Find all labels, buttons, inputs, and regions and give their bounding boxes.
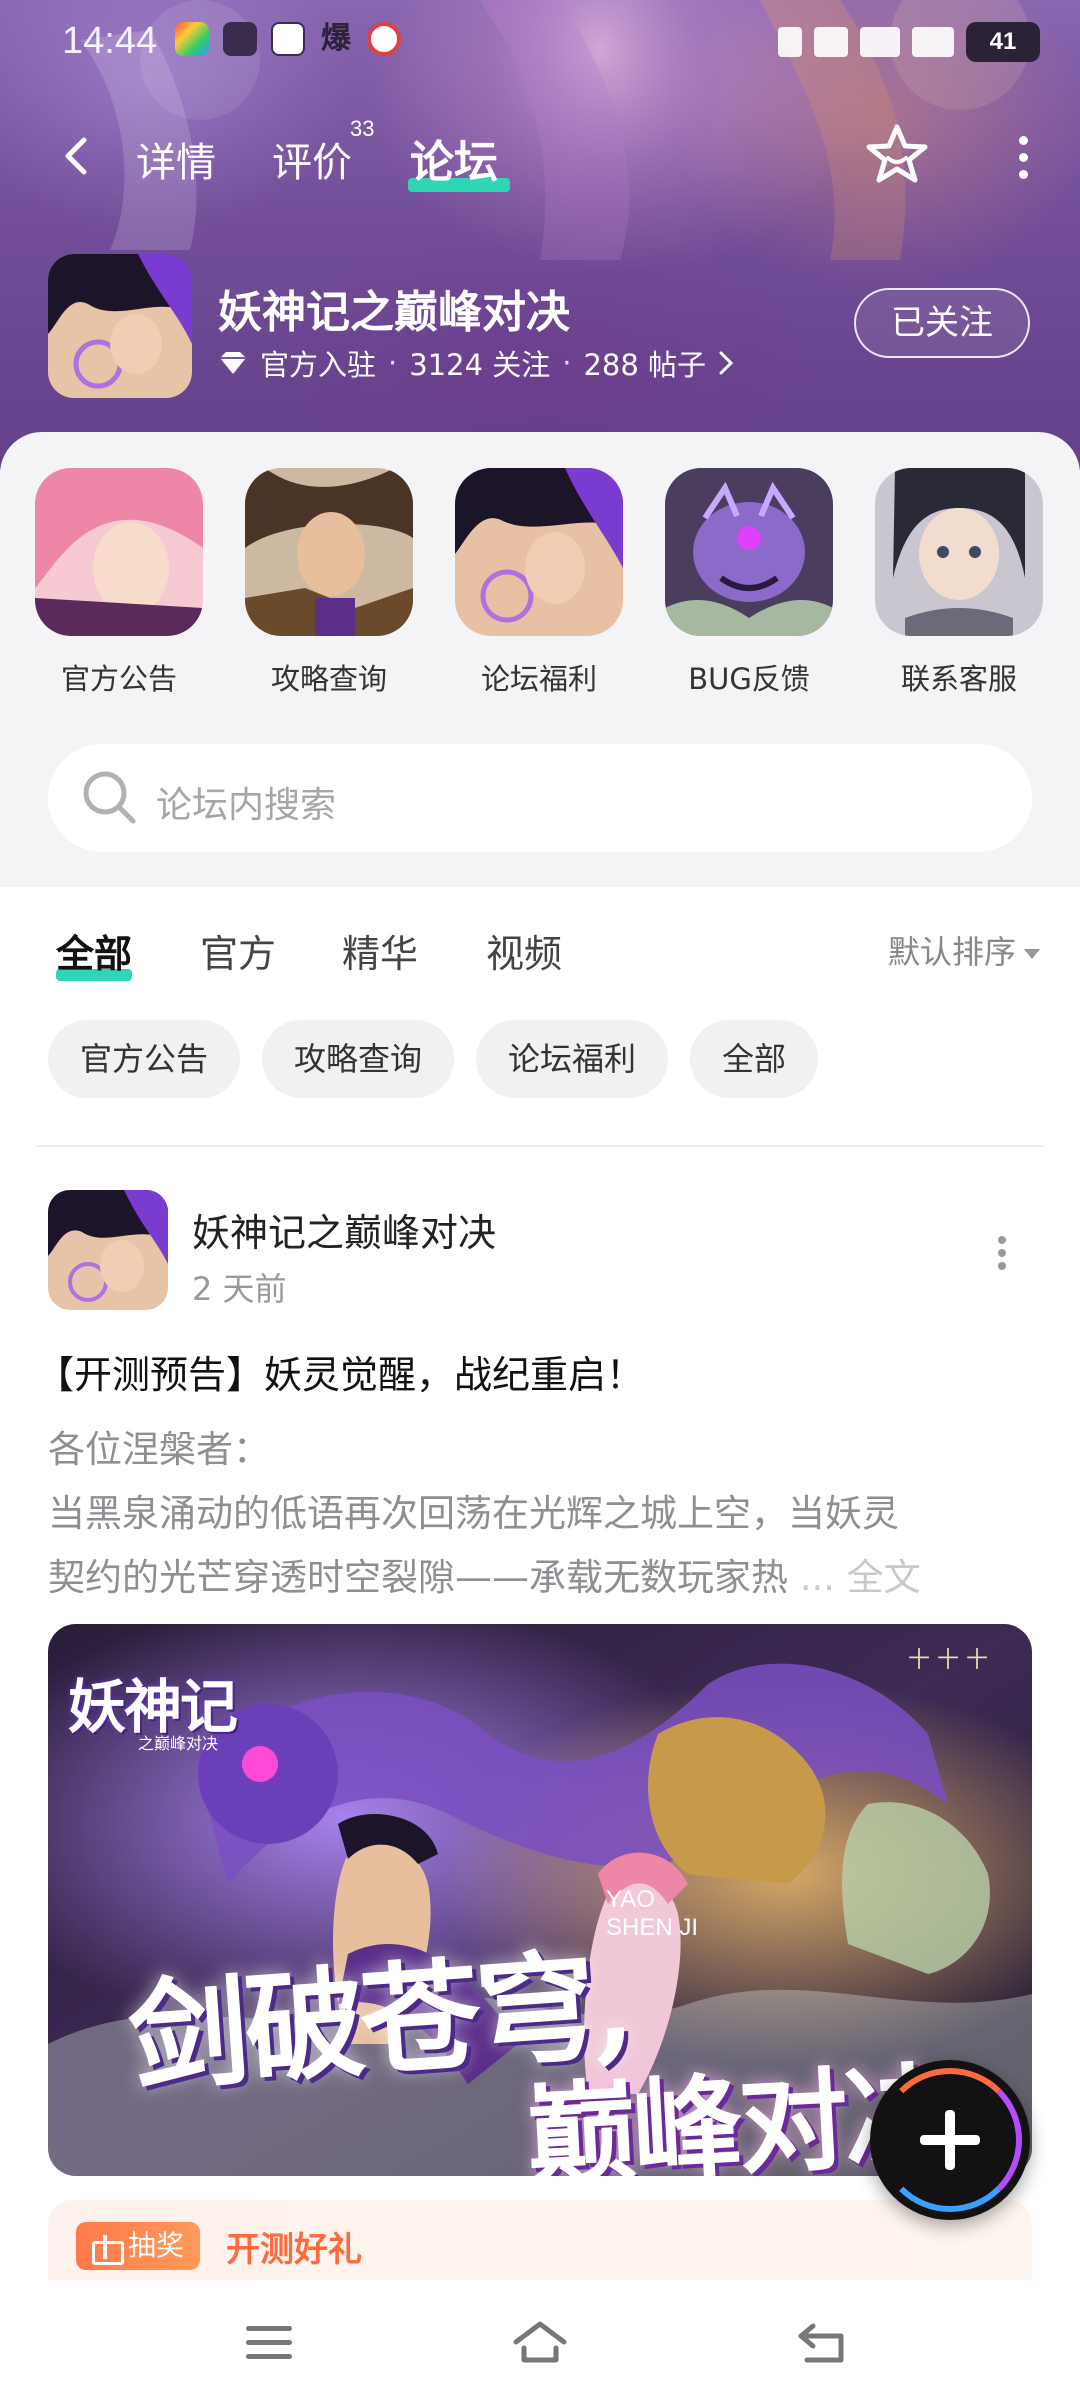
post-more-icon[interactable] — [996, 1236, 1008, 1270]
vibrate-icon — [778, 27, 802, 57]
shortcut-label: 联系客服 — [900, 662, 1017, 696]
system-back-icon[interactable] — [795, 2320, 851, 2366]
forum-header: 14:44 爆 41 详情 评价 33 论坛 妖神记之巅峰对决 官方入驻 · 3… — [0, 0, 1080, 470]
lottery-tag-label: 抽奖 — [128, 2229, 185, 2262]
tab-forum[interactable]: 论坛 — [410, 126, 498, 190]
post-body-line-text: 契约的光芒穿透时空裂隙——承载无数玩家热 — [48, 1556, 788, 1599]
game-icon[interactable] — [48, 254, 192, 398]
caret-down-icon — [1024, 949, 1040, 959]
gift-icon — [90, 2231, 124, 2265]
sort-label: 默认排序 — [887, 933, 1016, 971]
posts-count[interactable]: 288 帖子 — [583, 342, 706, 384]
tab-reviews[interactable]: 评价 — [272, 130, 352, 188]
back-arrow-icon[interactable] — [58, 136, 98, 176]
shortcut-label: 攻略查询 — [270, 662, 387, 696]
feed-tab-official[interactable]: 官方 — [200, 923, 276, 978]
game-info: 妖神记之巅峰对决 官方入驻 · 3124 关注 · 288 帖子 已关注 — [0, 250, 1080, 400]
section-divider — [36, 1145, 1044, 1147]
post-body[interactable]: 各位涅槃者： 当黑泉涌动的低语再次回荡在光辉之城上空，当妖灵 契约的光芒穿透时空… — [48, 1418, 1038, 1610]
shortcut-forum-perks[interactable]: 论坛福利 — [454, 468, 624, 698]
shortcut-thumb-forum-perks — [455, 468, 623, 636]
post-time: 2 天前 — [192, 1270, 287, 1308]
post-author-avatar[interactable] — [48, 1190, 168, 1310]
official-label: 官方入驻 — [260, 348, 377, 382]
shortcut-customer-service[interactable]: 联系客服 — [874, 468, 1044, 698]
shortcut-bug-report[interactable]: BUG反馈 — [664, 468, 834, 698]
feed-tabs: 全部 官方 精华 视频 默认排序 — [0, 887, 1080, 997]
hd-icon — [814, 27, 848, 57]
sort-dropdown[interactable]: 默认排序 — [888, 927, 1040, 973]
category-chips: 官方公告 攻略查询 论坛福利 全部 — [48, 1020, 819, 1098]
app-notification-icon — [175, 22, 209, 56]
shortcut-label: 官方公告 — [60, 662, 177, 696]
follow-button[interactable]: 已关注 — [854, 288, 1030, 358]
search-icon — [83, 771, 136, 824]
shortcut-guides[interactable]: 攻略查询 — [244, 468, 414, 698]
diamond-icon — [220, 352, 246, 374]
post-author-name[interactable]: 妖神记之巅峰对决 — [192, 1202, 496, 1257]
create-post-button[interactable] — [870, 2060, 1030, 2220]
menu-icon[interactable] — [246, 2326, 292, 2360]
shortcut-label: BUG反馈 — [688, 662, 810, 696]
hot-news-icon: 爆 — [321, 21, 351, 56]
status-bar: 14:44 爆 41 — [0, 0, 1080, 88]
shortcut-thumb-customer-service — [875, 468, 1043, 636]
lottery-tag: 抽奖 — [76, 2222, 201, 2270]
chip-all[interactable]: 全部 — [690, 1020, 819, 1098]
reviews-count-badge: 33 — [350, 116, 375, 141]
game-meta: 官方入驻 · 3124 关注 · 288 帖子 — [218, 342, 734, 384]
feed-tab-video[interactable]: 视频 — [486, 923, 562, 978]
forum-search[interactable]: 论坛内搜索 — [48, 744, 1032, 852]
shortcut-panel: 官方公告 攻略查询 论坛福利 BUG反馈 联系客服 论坛内搜索 — [0, 432, 1080, 887]
post-body-line: 当黑泉涌动的低语再次回荡在光辉之城上空，当妖灵 — [48, 1492, 899, 1535]
banner-corner-text: 十 十 十 — [908, 1648, 988, 1673]
system-nav-bar — [0, 2280, 1080, 2408]
favorite-star-icon[interactable] — [864, 122, 930, 188]
signal-5g-icon — [860, 27, 900, 57]
battery-indicator: 41 — [966, 22, 1040, 62]
chip-perks[interactable]: 论坛福利 — [476, 1020, 669, 1098]
feed-tab-all[interactable]: 全部 — [56, 923, 132, 978]
browser-icon — [367, 22, 401, 56]
home-icon[interactable] — [510, 2318, 570, 2366]
search-input[interactable]: 论坛内搜索 — [156, 776, 336, 828]
chevron-right-icon[interactable] — [718, 350, 734, 376]
shortcut-thumb-guides — [245, 468, 413, 636]
post-body-line: 契约的光芒穿透时空裂隙——承载无数玩家热 ... 全文 — [48, 1546, 1038, 1610]
shortcut-label: 论坛福利 — [480, 662, 597, 696]
plus-icon — [920, 2110, 980, 2170]
shortcut-thumb-bug-report — [665, 468, 833, 636]
feed-tab-featured[interactable]: 精华 — [342, 923, 418, 978]
wifi-icon — [912, 27, 954, 57]
shopping-bag-icon — [223, 22, 257, 56]
banner-logo-sub: 之巅峰对决 — [138, 1734, 219, 1753]
status-time: 14:44 — [62, 20, 158, 62]
post-body-line: 各位涅槃者： — [48, 1428, 270, 1471]
game-title: 妖神记之巅峰对决 — [218, 287, 570, 338]
shortcut-thumb-announcements — [35, 468, 203, 636]
followers-count: 3124 关注 — [409, 348, 551, 382]
chip-guides[interactable]: 攻略查询 — [262, 1020, 455, 1098]
shortcut-announcements[interactable]: 官方公告 — [34, 468, 204, 698]
promo-title: 开测好礼 — [226, 2230, 362, 2270]
post-title[interactable]: 【开测预告】妖灵觉醒，战纪重启！ — [36, 1344, 644, 1399]
top-nav: 详情 评价 33 论坛 — [0, 110, 1080, 200]
chip-announcements[interactable]: 官方公告 — [48, 1020, 241, 1098]
tab-details[interactable]: 详情 — [136, 130, 216, 188]
read-full-link[interactable]: ... 全文 — [800, 1556, 921, 1599]
more-options-icon[interactable] — [1016, 136, 1030, 179]
game-center-icon — [271, 22, 305, 56]
